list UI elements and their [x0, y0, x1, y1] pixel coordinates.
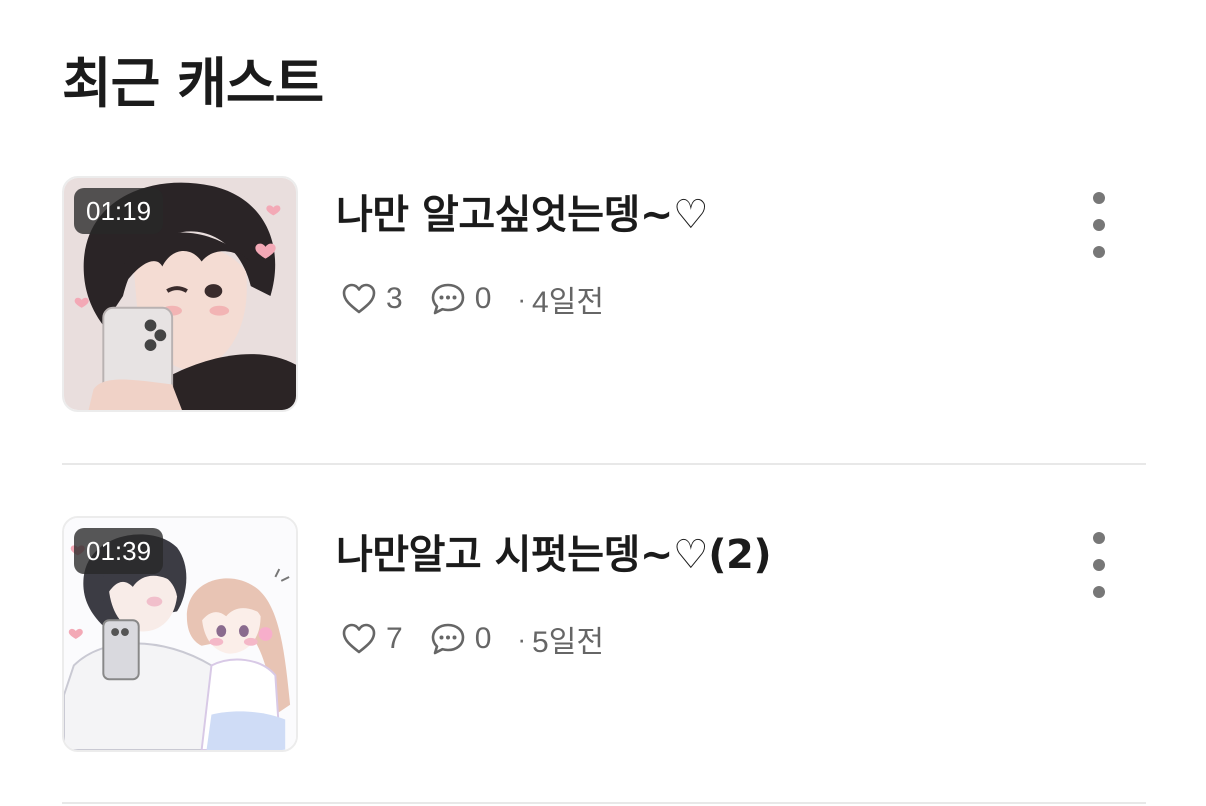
more-dot-icon: [1093, 192, 1105, 204]
more-dot-icon: [1093, 219, 1105, 231]
comment-icon[interactable]: [429, 620, 467, 658]
more-dot-icon: [1093, 532, 1105, 544]
cast-thumbnail[interactable]: 01:39: [62, 516, 298, 752]
more-dot-icon: [1093, 586, 1105, 598]
meta-separator: ·: [517, 283, 527, 314]
comment-count: 0: [474, 282, 492, 315]
time-ago: 5일전: [532, 626, 604, 659]
like-count: 3: [386, 282, 403, 315]
more-options-button[interactable]: [1084, 192, 1114, 258]
heart-icon[interactable]: [340, 280, 378, 318]
divider: [62, 463, 1146, 465]
divider: [62, 802, 1146, 804]
more-options-button[interactable]: [1084, 532, 1114, 598]
cast-list: 01:19 나만 알고싶엇는뎅~♡ 3 0 · 4일전 01:39 나만알고 시…: [62, 176, 1146, 806]
cast-title[interactable]: 나만알고 시펏는뎅~♡(2): [336, 530, 772, 580]
comment-count: 0: [474, 622, 492, 655]
comment-icon[interactable]: [429, 280, 467, 318]
cast-meta: 3 0 · 4일전: [340, 276, 604, 322]
cast-item[interactable]: 01:19 나만 알고싶엇는뎅~♡ 3 0 · 4일전: [62, 176, 1146, 466]
time-ago: 4일전: [532, 286, 604, 319]
more-dot-icon: [1093, 559, 1105, 571]
cast-meta: 7 0 · 5일전: [340, 616, 604, 662]
heart-icon[interactable]: [340, 620, 378, 658]
section-title: 최근 캐스트: [62, 52, 324, 115]
cast-title[interactable]: 나만 알고싶엇는뎅~♡: [336, 190, 709, 240]
meta-separator: ·: [517, 623, 527, 654]
duration-badge: 01:39: [74, 528, 164, 574]
cast-thumbnail[interactable]: 01:19: [62, 176, 298, 412]
like-count: 7: [386, 622, 403, 655]
more-dot-icon: [1093, 246, 1105, 258]
duration-badge: 01:19: [74, 188, 164, 234]
cast-item[interactable]: 01:39 나만알고 시펏는뎅~♡(2) 7 0 · 5일전: [62, 516, 1146, 806]
